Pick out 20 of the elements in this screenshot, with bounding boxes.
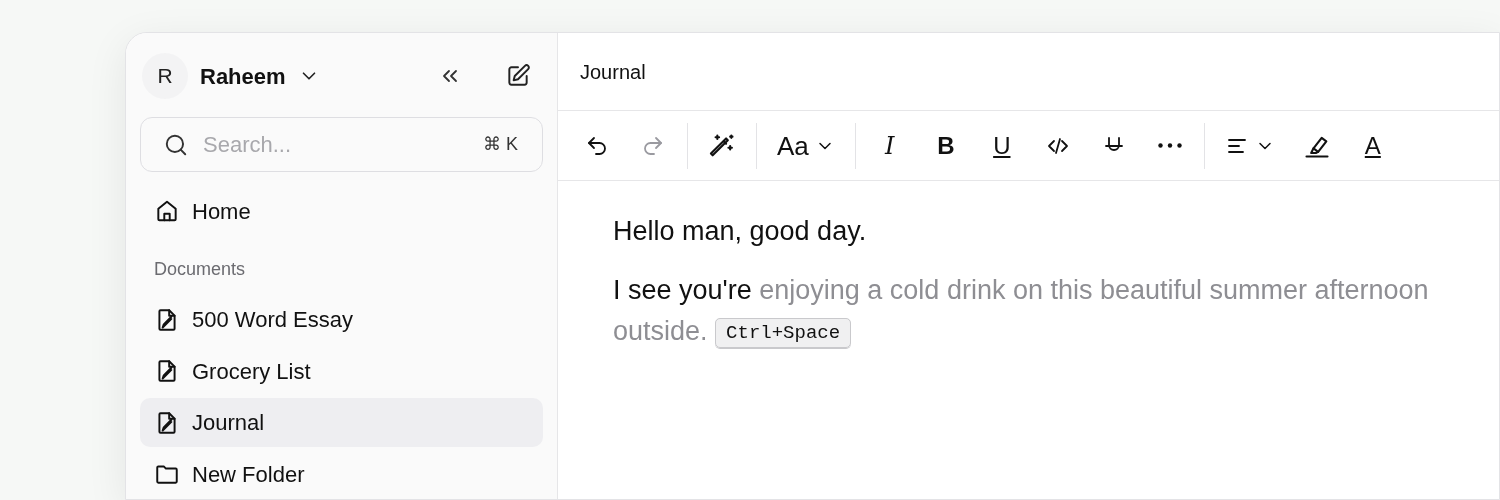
toolbar-button[interactable]: B (924, 124, 967, 167)
sidebar-item[interactable]: Home (140, 186, 543, 236)
document-title: Journal (580, 59, 646, 85)
avatar[interactable]: R (142, 53, 188, 99)
more-icon (1157, 143, 1182, 148)
search-input[interactable]: Search... (203, 128, 483, 162)
edit-icon (505, 63, 531, 89)
sidebar-item[interactable]: Grocery List (140, 346, 543, 396)
shortcut-hint: ⌘ K (483, 133, 518, 157)
sidebar-item[interactable]: New Folder (140, 449, 543, 499)
user-menu-button[interactable]: Raheem (200, 59, 320, 93)
sidebar-item[interactable]: 500 Word Essay (140, 294, 543, 345)
search-field[interactable]: Search... ⌘ K (140, 117, 543, 173)
toolbar-button[interactable]: Aa (770, 124, 842, 167)
toolbar-button[interactable]: I (868, 124, 911, 167)
toolbar-button[interactable]: U (980, 124, 1023, 167)
section-title: Documents (153, 257, 247, 281)
paragraph-text: Hello man, good day. (613, 215, 868, 248)
toolbar-button[interactable]: A (1351, 124, 1394, 167)
sidebar-item[interactable]: Journal (140, 397, 543, 448)
